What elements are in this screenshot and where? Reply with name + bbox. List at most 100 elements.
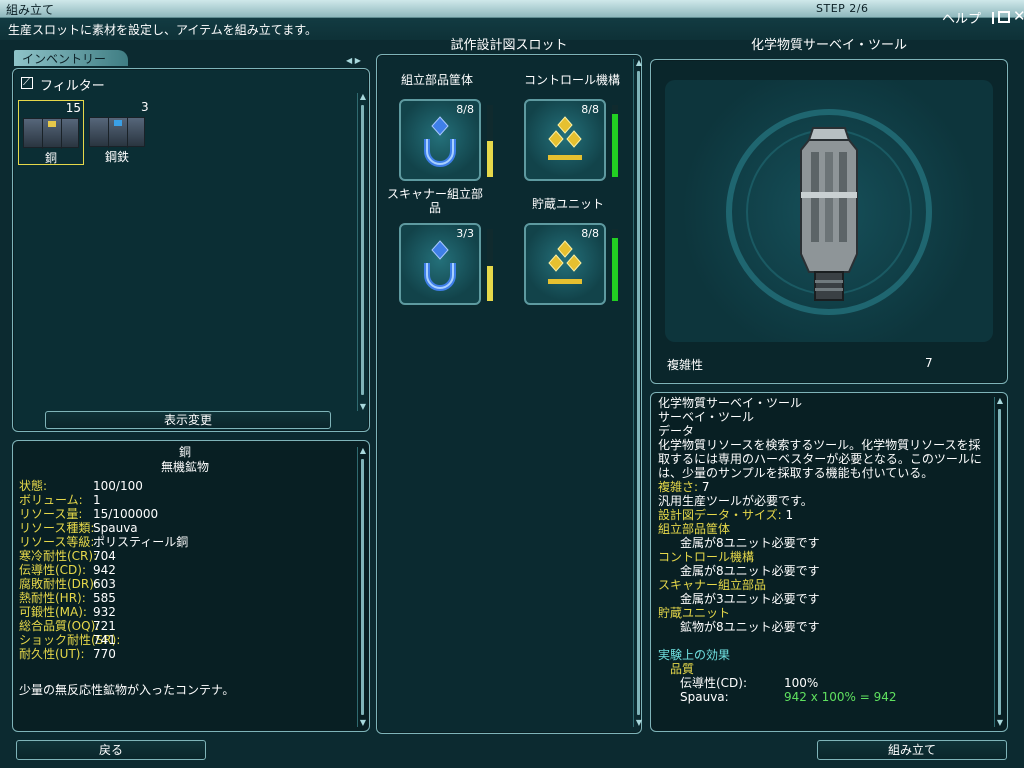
chip-component-icon xyxy=(548,116,582,160)
item-name: 鋼鉄 xyxy=(105,150,130,164)
scroll-down-icon[interactable]: ▼ xyxy=(995,719,1005,727)
scroll-down-icon[interactable]: ▼ xyxy=(358,719,368,727)
stat-label: 総合品質(OQ): xyxy=(19,619,100,633)
help-divider xyxy=(992,12,994,24)
filter-checkbox[interactable]: ⟋ xyxy=(21,75,33,89)
scroll-up-icon[interactable]: ▲ xyxy=(634,59,644,67)
slot-assembly-housing[interactable]: 8/8 xyxy=(399,99,481,181)
resource-scrollbar[interactable]: ▲ ▼ xyxy=(357,447,367,727)
requirement-slot: 組立部品筐体 xyxy=(658,522,731,536)
resource-type-name: Spauva: xyxy=(680,690,729,704)
requirement-need: 金属が8ユニット必要です xyxy=(680,564,820,578)
slot-storage-unit[interactable]: 8/8 xyxy=(524,223,606,305)
scroll-up-icon[interactable]: ▲ xyxy=(358,447,368,455)
item-name: 銅 xyxy=(45,151,58,165)
inventory-tab[interactable]: インベントリー xyxy=(14,50,128,66)
slot-meter xyxy=(612,105,618,177)
resource-stat-row: ボリューム: 1 xyxy=(19,493,101,507)
resource-stat-row: 総合品質(OQ): 721 xyxy=(19,619,116,633)
slot-scanner-assembly[interactable]: 3/3 xyxy=(399,223,481,305)
preview-title: 化学物質サーベイ・ツール xyxy=(750,38,907,53)
requirement-need: 金属が8ユニット必要です xyxy=(680,536,820,550)
experiment-title: 実験上の効果 xyxy=(658,648,731,662)
resource-stat-row: 熱耐性(HR): 585 xyxy=(19,591,116,605)
stat-label: 可鍛性(MA): xyxy=(19,605,87,619)
slot-meter xyxy=(612,229,618,301)
close-icon[interactable]: ✕ xyxy=(1013,7,1024,25)
item-title: 化学物質サーベイ・ツール xyxy=(658,396,803,410)
resource-stat-row: 伝導性(CD): 942 xyxy=(19,563,116,577)
stat-value: 100/100 xyxy=(93,479,143,493)
scroll-thumb[interactable] xyxy=(998,409,1001,715)
stat-value: Spauva xyxy=(93,521,138,535)
slot-label: コントロール機構 xyxy=(523,73,620,87)
scroll-thumb[interactable] xyxy=(361,459,364,715)
crate-icon xyxy=(89,117,145,148)
item-class: データ xyxy=(658,424,695,438)
maximize-icon[interactable] xyxy=(998,11,1010,23)
resource-stat-row: リソース種類: Spauva xyxy=(19,521,138,535)
effect-name: 伝導性(CD): xyxy=(680,676,748,690)
scroll-down-icon[interactable]: ▼ xyxy=(634,719,644,727)
inventory-item-copper[interactable]: 15 銅 xyxy=(18,100,84,165)
resource-stat-row: ショック耐性(SR): 741 xyxy=(19,633,120,647)
item-count: 15 xyxy=(65,101,81,115)
stat-label: 耐久性(UT): xyxy=(19,647,85,661)
stat-label: リソース等級: xyxy=(19,535,95,549)
schematic-scrollbar[interactable]: ▲ ▼ xyxy=(633,59,643,727)
scroll-up-icon[interactable]: ▲ xyxy=(995,397,1005,405)
slot-meter-fill xyxy=(612,237,618,301)
scroll-down-icon[interactable]: ▼ xyxy=(358,403,368,411)
complexity-value: 7 xyxy=(925,356,933,370)
slot-requirements: 組立部品筐体 金属が8ユニット必要です コントロール機構 金属が8ユニット必要です スキ… xyxy=(658,522,988,634)
help-group: ヘルプ ✕ xyxy=(940,7,1024,28)
resource-info-panel: 銅 無機鉱物 状態: 100/100 ボリューム: 1 リソース量: 15/100000 リ… xyxy=(12,440,370,732)
magnet-component-icon xyxy=(424,116,456,167)
view-change-button[interactable]: 表示変更 xyxy=(45,411,331,429)
slot-meter-fill xyxy=(612,113,618,177)
preview-panel: 複雑性 7 xyxy=(650,59,1008,384)
inventory-scrollbar[interactable]: ▲ ▼ xyxy=(357,93,367,411)
resource-stat-row: 可鍛性(MA): 932 xyxy=(19,605,116,619)
tool-requirement: 汎用生産ツールが必要です。 xyxy=(658,494,813,508)
stat-label: 熱耐性(HR): xyxy=(19,591,86,605)
stat-value: 603 xyxy=(93,577,116,591)
resource-category: 無機鉱物 xyxy=(160,460,209,474)
preview-viewport xyxy=(665,80,993,342)
schematic-panel: 組立部品筐体 コントロール機構 スキャナー組立部品 貯蔵ユニット 8/8 8/8… xyxy=(376,54,642,734)
requirement-need: 金属が3ユニット必要です xyxy=(680,592,820,606)
panel-arrows-icon[interactable]: ◀ ▶ xyxy=(346,56,361,65)
resource-stat-row: 状態: 100/100 xyxy=(19,479,143,493)
item-count: 3 xyxy=(141,100,149,114)
stat-label: リソース種類: xyxy=(19,521,95,535)
stat-value: 704 xyxy=(93,549,116,563)
back-button[interactable]: 戻る xyxy=(16,740,206,760)
stat-value: 721 xyxy=(93,619,116,633)
stat-value: 15/100000 xyxy=(93,507,159,521)
data-size-value: 1 xyxy=(785,508,794,522)
requirement-slot: 貯蔵ユニット xyxy=(658,606,731,620)
scroll-up-icon[interactable]: ▲ xyxy=(358,93,368,101)
stat-value: 1 xyxy=(93,493,101,507)
details-scrollbar[interactable]: ▲ ▼ xyxy=(994,397,1004,727)
effect-value: 100% xyxy=(784,676,819,690)
complexity-value: 7 xyxy=(701,480,710,494)
instruction-text: 生産スロットに素材を設定し、アイテムを組み立てます。 xyxy=(8,23,318,37)
complexity-label: 複雑さ: xyxy=(658,480,699,494)
requirement-slot: スキャナー組立部品 xyxy=(658,578,767,592)
assemble-button[interactable]: 組み立て xyxy=(817,740,1007,760)
filter-label: フィルター xyxy=(40,79,105,94)
inventory-item-steel[interactable]: 3 鋼鉄 xyxy=(87,100,153,165)
scroll-thumb[interactable] xyxy=(637,71,640,715)
survey-tool-model-icon xyxy=(800,127,858,301)
item-description: 化学物質リソースを検索するツール。化学物質リソースを採取するには専用のハーベスタ… xyxy=(658,438,982,480)
slot-label: 組立部品筐体 xyxy=(400,73,473,87)
slot-control-mechanism[interactable]: 8/8 xyxy=(524,99,606,181)
resource-stat-row: 耐久性(UT): 770 xyxy=(19,647,116,661)
scroll-thumb[interactable] xyxy=(361,105,364,395)
stat-value: 942 xyxy=(93,563,116,577)
inventory-panel: ⟋ フィルター 15 銅 3 鋼鉄 ▲ ▼ 表示変更 xyxy=(12,68,370,432)
stat-label: リソース量: xyxy=(19,507,83,521)
stat-label: 寒冷耐性(CR): xyxy=(19,549,98,563)
help-link[interactable]: ヘルプ xyxy=(942,8,981,27)
